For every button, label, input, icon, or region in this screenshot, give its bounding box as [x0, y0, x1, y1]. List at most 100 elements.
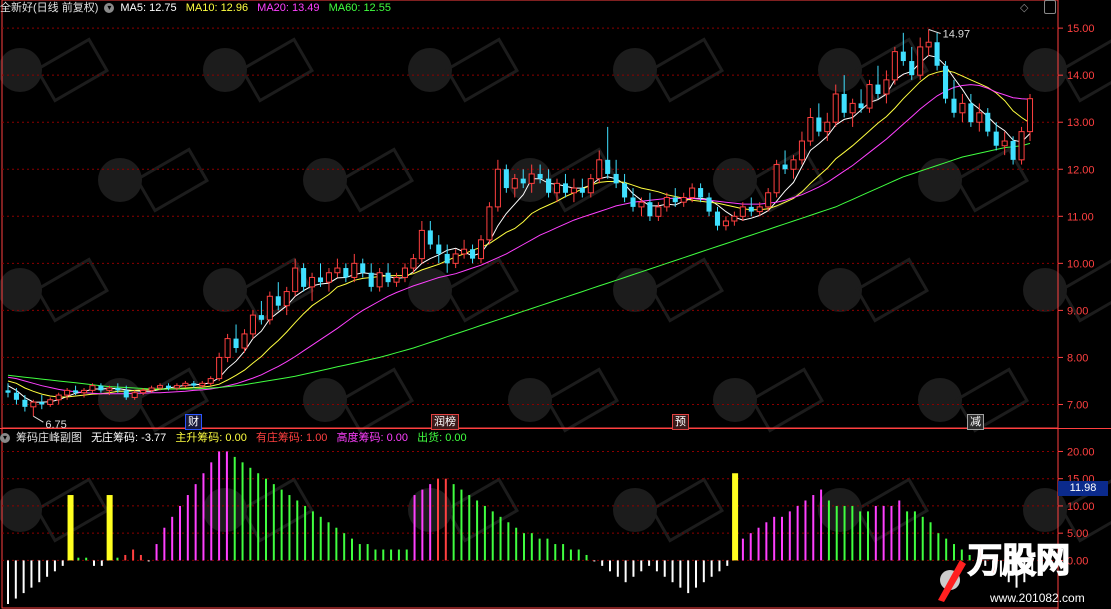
candle-body-down [630, 197, 636, 207]
candle-body-down [317, 277, 324, 283]
indicator-bar [265, 478, 267, 561]
indicator-bar [85, 557, 88, 561]
indicator-bar [225, 451, 228, 561]
candle-body-down [73, 390, 79, 393]
indicator-bar [194, 484, 197, 561]
logo-url: www.201082.com [989, 591, 1085, 605]
candle-body-up [393, 276, 400, 283]
indicator-bar [233, 456, 236, 561]
indicator-bar [311, 511, 314, 561]
dropdown-icon[interactable]: ▾ [104, 3, 115, 14]
indicator-bar [820, 489, 823, 561]
candle-body-up [891, 51, 898, 81]
indicator-bar [515, 527, 518, 561]
indicator-bar [585, 554, 588, 561]
indicator-bar [366, 544, 369, 561]
event-marker-ranking[interactable]: 润榜 [431, 414, 459, 430]
indicator-bar [835, 505, 838, 561]
indicator-bar [898, 500, 901, 561]
candle-body-up [224, 338, 231, 358]
indicator-value-3: 有庄筹码: 1.00 [255, 432, 328, 444]
kline-chart[interactable]: 7.00 8.00 9.00 10.00 11.00 12.00 13.00 14.00 15.… [0, 0, 1111, 609]
indicator-tick-label: 10.00 [1067, 501, 1095, 513]
indicator-bar [22, 560, 25, 594]
candle-body-down [622, 183, 628, 198]
candle-body-up [1026, 98, 1034, 133]
dropdown-icon[interactable]: ▾ [0, 433, 10, 444]
candle-body-up [283, 291, 290, 307]
event-marker-forecast[interactable]: 预 [672, 414, 689, 430]
watermark-mark [613, 268, 657, 312]
indicator-bar [155, 544, 158, 561]
watermark-mark [98, 158, 142, 202]
candle-body-up [55, 394, 62, 401]
indicator-bar [695, 560, 697, 588]
indicator-bar [116, 557, 119, 561]
candle-body-up [418, 229, 425, 260]
ma60-label: MA60: 12.55 [328, 2, 391, 14]
indicator-bar [202, 473, 205, 561]
indicator-bar [546, 538, 549, 561]
indicator-bar [687, 560, 690, 594]
candle-body-down [782, 164, 788, 170]
indicator-value-5: 出货: 0.00 [417, 432, 467, 444]
candle-body-down [993, 131, 999, 146]
candle-body-down [115, 388, 121, 391]
candle-body-down [1010, 141, 1016, 160]
watermark-mark [339, 367, 415, 433]
candle-body-up [798, 140, 805, 161]
logo-text: 万股网 [968, 542, 1070, 580]
indicator-bar [663, 560, 666, 577]
price-tick-label: 12.00 [1067, 164, 1095, 176]
ma-line-ma20 [7, 84, 1031, 395]
indicator-value-4: 高度筹码: 0.00 [336, 432, 409, 444]
candle-body-down [5, 390, 11, 393]
candle-body-up [1018, 131, 1025, 161]
indicator-bar [867, 511, 869, 561]
indicator-bar [624, 560, 627, 583]
indicator-bar [757, 527, 760, 561]
candle-body-down [647, 202, 653, 217]
indicator-value-2: 主升筹码: 0.00 [175, 432, 247, 444]
scroll-icon[interactable] [1044, 0, 1056, 14]
watermark-mark [713, 378, 757, 422]
indicator-bar [773, 516, 776, 561]
indicator-bar [421, 489, 424, 561]
indicator-bar [882, 505, 885, 561]
candle-body-up [494, 168, 501, 208]
indicator-bar [53, 560, 56, 572]
watermark-mark [508, 378, 552, 422]
watermark-mark [339, 147, 415, 213]
indicator-bar [67, 495, 74, 561]
settings-icon[interactable]: ◇ [1020, 1, 1028, 14]
candle-body-up [334, 267, 341, 274]
indicator-title[interactable]: 筹码庄峰副图 [16, 432, 82, 444]
indicator-bar [843, 505, 846, 561]
candle-body-down [613, 173, 619, 184]
watermark-mark [818, 48, 862, 92]
candle-body-up [486, 206, 493, 241]
indicator-bar [718, 560, 721, 572]
event-marker-reduce[interactable]: 减 [967, 414, 984, 430]
indicator-bar [554, 544, 557, 561]
candle-body-up [765, 192, 772, 208]
indicator-bar [851, 505, 854, 561]
candle-body-down [22, 399, 28, 407]
candle-body-up [976, 112, 983, 123]
event-marker-finance[interactable]: 财 [185, 414, 202, 430]
indicator-bar [335, 527, 338, 561]
candle-body-up [528, 173, 535, 184]
candle-body-up [832, 93, 839, 123]
candle-body-down [934, 42, 940, 66]
stock-title[interactable]: 全新好(日线 前复权) [0, 2, 98, 14]
ma10-label: MA10: 12.96 [185, 2, 249, 14]
indicator-bar [749, 533, 752, 561]
sub-header: ▾ 筹码庄峰副图 无庄筹码: -3.77 主升筹码: 0.00 有庄筹码: 1.0… [0, 430, 473, 446]
indicator-bar [593, 560, 596, 562]
watermark-mark [613, 48, 657, 92]
indicator-bar [499, 516, 502, 561]
candle-body-down [706, 197, 712, 212]
current-price-label: 11.98 [1058, 481, 1108, 496]
candle-body-down [503, 169, 509, 189]
candle-body-up [64, 389, 71, 396]
